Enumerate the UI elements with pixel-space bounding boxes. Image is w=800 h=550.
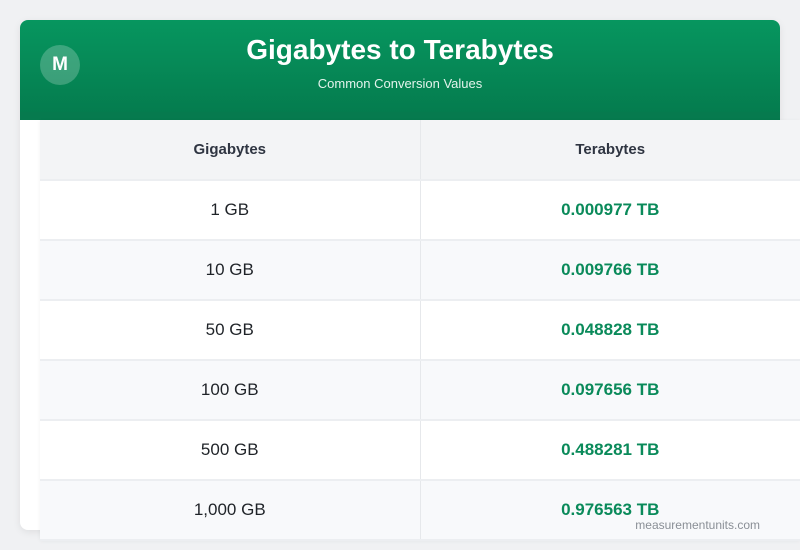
gigabytes-cell: 10 GB [40,240,421,301]
gigabytes-cell: 1 GB [40,180,421,241]
page-title: Gigabytes to Terabytes [246,34,554,65]
conversion-table: Gigabytes Terabytes 1 GB 0.000977 TB 10 … [40,120,800,541]
terabytes-cell: 0.048828 TB [420,300,800,361]
table-row: 100 GB 0.097656 TB [40,360,800,421]
table-row: 50 GB 0.048828 TB [40,300,800,361]
table-row: 1 GB 0.000977 TB [40,180,800,241]
terabytes-cell: 0.488281 TB [420,420,800,481]
conversion-table-container: Gigabytes Terabytes 1 GB 0.000977 TB 10 … [40,120,800,541]
column-header-gigabytes: Gigabytes [40,120,421,181]
gigabytes-cell: 500 GB [40,420,421,481]
gigabytes-cell: 100 GB [40,360,421,421]
terabytes-cell: 0.000977 TB [420,180,800,241]
column-header-terabytes: Terabytes [420,120,800,181]
page-subtitle: Common Conversion Values [317,76,483,91]
table-row: 500 GB 0.488281 TB [40,420,800,481]
terabytes-cell: 0.009766 TB [420,240,800,301]
gigabytes-cell: 1,000 GB [40,480,421,541]
source-credit: measurementunits.com [635,518,760,532]
header-strip [20,112,780,120]
table-header-row: Gigabytes Terabytes [40,120,800,181]
table-row: 10 GB 0.009766 TB [40,240,800,301]
gigabytes-cell: 50 GB [40,300,421,361]
header-banner: M Gigabytes to Terabytes Common Conversi… [20,20,780,120]
terabytes-cell: 0.097656 TB [420,360,800,421]
